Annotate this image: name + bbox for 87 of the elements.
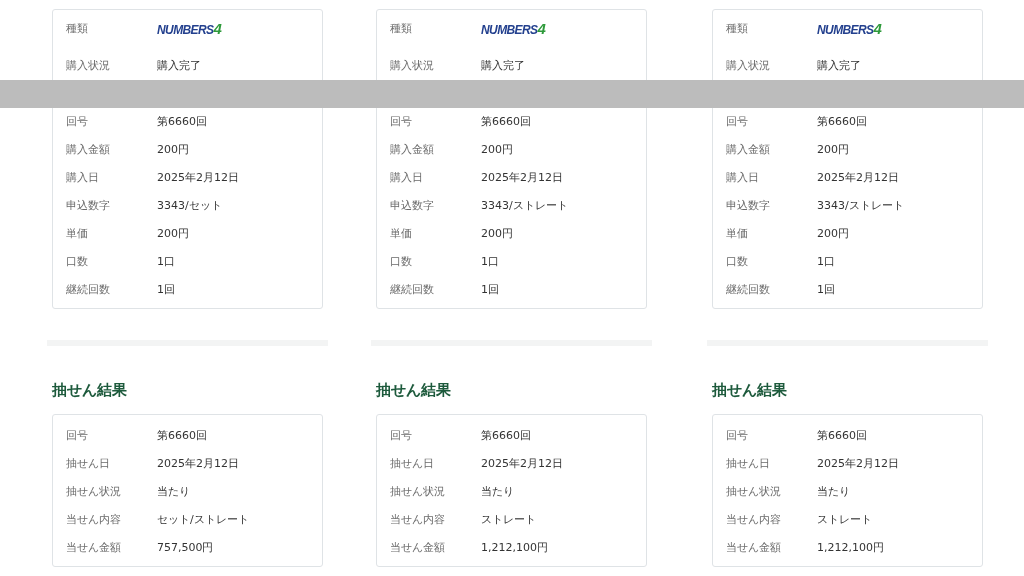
field-value: 2025年2月12日 xyxy=(157,169,239,185)
field-value: 1口 xyxy=(817,253,835,269)
field-label: 当せん内容 xyxy=(726,511,782,527)
field-label: 回号 xyxy=(390,113,413,129)
field-value: 2025年2月12日 xyxy=(481,455,563,471)
lottery-logo: NUMBERS4 xyxy=(481,19,546,39)
field-value: セット/ストレート xyxy=(157,511,249,527)
field-label: 回号 xyxy=(726,427,749,443)
field-value: 2025年2月12日 xyxy=(817,455,899,471)
field-value: 購入完了 xyxy=(157,57,201,73)
field-value: 当たり xyxy=(157,483,190,499)
lottery-logo: NUMBERS4 xyxy=(817,19,882,39)
field-label: 継続回数 xyxy=(726,281,771,297)
field-value: 1,212,100円 xyxy=(481,539,548,555)
field-value: 第6660回 xyxy=(481,427,531,443)
section-heading: 抽せん結果 xyxy=(376,380,452,401)
field-label: 購入金額 xyxy=(390,141,435,157)
field-value: 第6660回 xyxy=(481,113,531,129)
field-value: 3343/セット xyxy=(157,197,222,213)
field-value: 200円 xyxy=(157,141,189,157)
section-heading: 抽せん結果 xyxy=(712,380,788,401)
field-label: 口数 xyxy=(390,253,413,269)
field-value: 第6660回 xyxy=(157,427,207,443)
field-value: 2025年2月12日 xyxy=(817,169,899,185)
field-value: 3343/ストレート xyxy=(481,197,568,213)
field-label: 口数 xyxy=(66,253,89,269)
field-value: 購入完了 xyxy=(481,57,525,73)
field-value: 757,500円 xyxy=(157,539,214,555)
field-value: 第6660回 xyxy=(157,113,207,129)
field-value: 1回 xyxy=(481,281,499,297)
field-label: 回号 xyxy=(726,113,749,129)
field-label: 口数 xyxy=(726,253,749,269)
field-value: 1回 xyxy=(157,281,175,297)
field-value: ストレート xyxy=(481,511,536,527)
field-label: 回号 xyxy=(66,427,89,443)
field-value: 1回 xyxy=(817,281,835,297)
field-label: 当せん金額 xyxy=(66,539,122,555)
field-label: 購入日 xyxy=(390,169,424,185)
lottery-logo: NUMBERS4 xyxy=(157,19,222,39)
field-label: 購入日 xyxy=(726,169,760,185)
section-heading: 抽せん結果 xyxy=(52,380,128,401)
field-value: 2025年2月12日 xyxy=(157,455,239,471)
field-label: 当せん内容 xyxy=(390,511,446,527)
field-label: 当せん金額 xyxy=(390,539,446,555)
field-label: 抽せん日 xyxy=(66,455,111,471)
field-value: 当たり xyxy=(481,483,514,499)
field-value: 200円 xyxy=(157,225,189,241)
field-label: 種類 xyxy=(726,21,749,37)
field-label: 購入金額 xyxy=(726,141,771,157)
field-label: 単価 xyxy=(390,225,413,241)
field-label: 抽せん日 xyxy=(390,455,435,471)
field-value: 200円 xyxy=(817,225,849,241)
field-label: 購入日 xyxy=(66,169,100,185)
field-label: 当せん金額 xyxy=(726,539,782,555)
field-label: 当せん内容 xyxy=(66,511,122,527)
field-label: 申込数字 xyxy=(66,197,111,213)
field-label: 種類 xyxy=(66,21,89,37)
field-label: 種類 xyxy=(390,21,413,37)
field-value: 1口 xyxy=(157,253,175,269)
field-value: 200円 xyxy=(817,141,849,157)
field-label: 申込数字 xyxy=(726,197,771,213)
field-value: 購入完了 xyxy=(817,57,861,73)
field-label: 単価 xyxy=(66,225,89,241)
field-value: ストレート xyxy=(817,511,872,527)
field-value: 第6660回 xyxy=(817,427,867,443)
field-label: 単価 xyxy=(726,225,749,241)
field-value: 2025年2月12日 xyxy=(481,169,563,185)
field-label: 継続回数 xyxy=(66,281,111,297)
field-label: 購入状況 xyxy=(390,57,435,73)
field-label: 購入状況 xyxy=(66,57,111,73)
field-label: 回号 xyxy=(390,427,413,443)
field-value: 当たり xyxy=(817,483,850,499)
field-value: 3343/ストレート xyxy=(817,197,904,213)
field-label: 購入状況 xyxy=(726,57,771,73)
field-value: 200円 xyxy=(481,141,513,157)
field-value: 第6660回 xyxy=(817,113,867,129)
field-label: 抽せん状況 xyxy=(390,483,446,499)
field-value: 200円 xyxy=(481,225,513,241)
field-label: 継続回数 xyxy=(390,281,435,297)
field-label: 申込数字 xyxy=(390,197,435,213)
field-value: 1,212,100円 xyxy=(817,539,884,555)
field-label: 抽せん状況 xyxy=(66,483,122,499)
field-label: 抽せん状況 xyxy=(726,483,782,499)
field-value: 1口 xyxy=(481,253,499,269)
field-label: 抽せん日 xyxy=(726,455,771,471)
field-label: 回号 xyxy=(66,113,89,129)
field-label: 購入金額 xyxy=(66,141,111,157)
